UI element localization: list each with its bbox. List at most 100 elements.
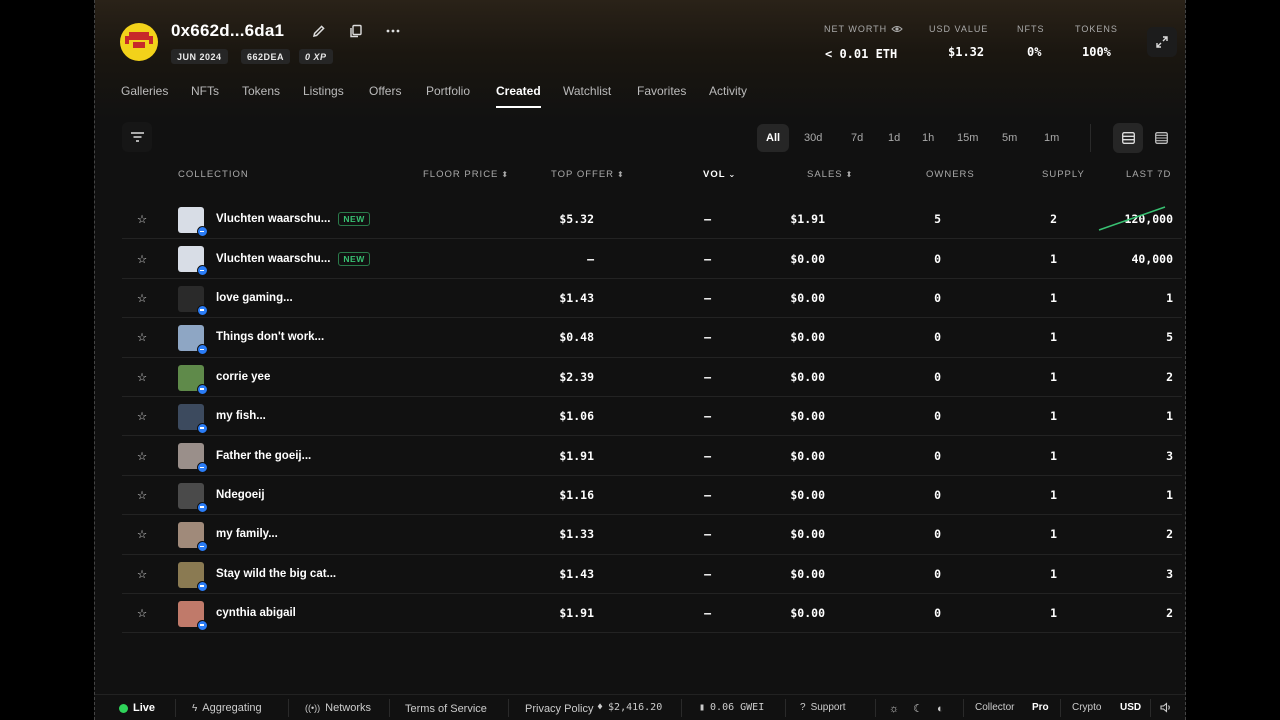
table-row[interactable]: ☆ Father the goeij... $1.91 – $0.00 0 1 3: [122, 436, 1182, 476]
star-icon[interactable]: ☆: [135, 279, 149, 317]
time-filter-all[interactable]: All: [757, 124, 790, 152]
tab-tokens[interactable]: Tokens: [242, 84, 280, 98]
edit-icon[interactable]: [309, 21, 329, 41]
star-icon[interactable]: ☆: [135, 318, 149, 356]
column-header-floor-price[interactable]: FLOOR PRICE ⬍: [423, 169, 509, 180]
xp-chip[interactable]: 0 XP: [299, 49, 333, 64]
collection-thumbnail[interactable]: [178, 207, 208, 237]
time-filter-30d[interactable]: 30d: [795, 124, 831, 152]
pro-mode-button[interactable]: Pro: [1032, 702, 1049, 713]
table-row[interactable]: ☆ my fish... $1.06 – $0.00 0 1 1: [122, 397, 1182, 437]
collection-name[interactable]: Stay wild the big cat...: [216, 555, 336, 593]
collection-name[interactable]: Father the goeij...: [216, 436, 311, 474]
profile-avatar[interactable]: [120, 23, 158, 61]
collection-thumbnail[interactable]: [178, 482, 208, 513]
column-header-vol[interactable]: VOL ⌄: [703, 169, 736, 180]
column-header-top-offer[interactable]: TOP OFFER ⬍: [551, 169, 625, 180]
time-filter-7d[interactable]: 7d: [842, 124, 872, 152]
star-icon[interactable]: ☆: [135, 358, 149, 396]
footer-divider: [1060, 699, 1061, 717]
live-indicator[interactable]: Live: [119, 702, 155, 714]
tab-portfolio[interactable]: Portfolio: [426, 84, 470, 98]
list-view-button[interactable]: [1113, 123, 1143, 153]
sound-toggle[interactable]: [1160, 702, 1172, 713]
tokens-value: 100%: [1082, 45, 1111, 59]
tab-offers[interactable]: Offers: [369, 84, 401, 98]
collection-name[interactable]: love gaming...: [216, 279, 293, 317]
table-row[interactable]: ☆ Vluchten waarschu... NEW $5.32– $1.91 5 2 120…: [122, 200, 1182, 240]
tab-activity[interactable]: Activity: [709, 84, 747, 98]
collection-thumbnail[interactable]: [178, 325, 208, 356]
dark-mode-icon[interactable]: ☾: [913, 702, 923, 715]
star-icon[interactable]: ☆: [135, 515, 149, 553]
networks-button[interactable]: ((•)) Networks: [305, 702, 371, 714]
star-icon[interactable]: ☆: [135, 476, 149, 514]
collection-name[interactable]: Vluchten waarschu... NEW: [216, 200, 370, 238]
collection-thumbnail[interactable]: [178, 600, 208, 631]
collection-thumbnail[interactable]: [178, 522, 208, 553]
support-button[interactable]: ? Support: [800, 702, 846, 713]
collection-name-text: Vluchten waarschu...: [216, 213, 331, 226]
eye-icon[interactable]: [891, 25, 903, 33]
owners-count: 1: [1050, 527, 1057, 542]
collection-name[interactable]: my family...: [216, 515, 278, 553]
table-row[interactable]: ☆ Ndegoeij $1.16 – $0.00 0 1 1: [122, 476, 1182, 516]
table-row[interactable]: ☆ corrie yee $2.39 – $0.00 0 1 2: [122, 358, 1182, 397]
star-icon[interactable]: ☆: [135, 200, 149, 238]
time-filter-15m[interactable]: 15m: [948, 124, 987, 152]
time-filter-1h[interactable]: 1h: [913, 124, 943, 152]
collection-thumbnail[interactable]: [178, 364, 208, 395]
more-options-icon[interactable]: [383, 21, 403, 41]
sales-count: 0: [934, 251, 941, 266]
table-row[interactable]: ☆ Things don't work... $0.48 – $0.00 0 1 5: [122, 318, 1182, 358]
collection-name[interactable]: Vluchten waarschu... NEW: [216, 239, 370, 277]
chain-badge-icon: [197, 226, 208, 237]
aggregating-status[interactable]: ϟ Aggregating: [192, 702, 262, 714]
collection-thumbnail[interactable]: [178, 403, 208, 434]
collection-thumbnail[interactable]: [178, 561, 208, 592]
collection-name[interactable]: corrie yee: [216, 358, 270, 396]
light-mode-icon[interactable]: ☼: [889, 703, 899, 715]
top-offer: –: [704, 290, 711, 305]
system-mode-icon[interactable]: ◐: [937, 703, 944, 715]
usd-currency-button[interactable]: USD: [1120, 702, 1141, 713]
collector-mode-button[interactable]: Collector: [975, 702, 1014, 713]
collection-thumbnail[interactable]: [178, 285, 208, 316]
collection-name[interactable]: Ndegoeij: [216, 476, 265, 514]
column-header-sales[interactable]: SALES ⬍: [807, 169, 853, 180]
crypto-currency-button[interactable]: Crypto: [1072, 702, 1101, 713]
collection-name[interactable]: my fish...: [216, 397, 266, 435]
terms-link[interactable]: Terms of Service: [405, 703, 487, 715]
time-filter-1d[interactable]: 1d: [879, 124, 909, 152]
table-row[interactable]: ☆ Vluchten waarschu... NEW – – $0.00 0 1 40,000: [122, 239, 1182, 279]
address-chip[interactable]: 662DEA: [241, 49, 291, 64]
collection-thumbnail[interactable]: [178, 443, 208, 474]
collection-thumbnail[interactable]: [178, 246, 208, 277]
star-icon[interactable]: ☆: [135, 555, 149, 593]
copy-icon[interactable]: [346, 21, 366, 41]
expand-button[interactable]: [1147, 27, 1177, 57]
table-row[interactable]: ☆ my family... $1.33 – $0.00 0 1 2: [122, 515, 1182, 555]
compact-view-button[interactable]: [1146, 123, 1176, 153]
tab-galleries[interactable]: Galleries: [121, 84, 168, 98]
star-icon[interactable]: ☆: [135, 436, 149, 474]
privacy-link[interactable]: Privacy Policy: [525, 703, 593, 715]
table-row[interactable]: ☆ Stay wild the big cat... $1.43 – $0.00 0 1 3: [122, 555, 1182, 594]
footer-divider: [389, 699, 390, 717]
tab-nfts[interactable]: NFTs: [191, 84, 219, 98]
star-icon[interactable]: ☆: [135, 397, 149, 435]
time-filter-5m[interactable]: 5m: [993, 124, 1026, 152]
time-filter-1m[interactable]: 1m: [1035, 124, 1068, 152]
tab-favorites[interactable]: Favorites: [637, 84, 686, 98]
filter-button[interactable]: [122, 122, 152, 152]
tab-watchlist[interactable]: Watchlist: [563, 84, 611, 98]
floor-price: $0.48: [559, 330, 594, 345]
star-icon[interactable]: ☆: [135, 594, 149, 632]
table-row[interactable]: ☆ love gaming... $1.43 – $0.00 0 1 1: [122, 279, 1182, 319]
star-icon[interactable]: ☆: [135, 239, 149, 277]
collection-name[interactable]: Things don't work...: [216, 318, 324, 356]
collection-name[interactable]: cynthia abigail: [216, 594, 296, 632]
tab-created[interactable]: Created: [496, 84, 541, 108]
tab-listings[interactable]: Listings: [303, 84, 344, 98]
table-row[interactable]: ☆ cynthia abigail $1.91 – $0.00 0 1 2: [122, 594, 1182, 634]
